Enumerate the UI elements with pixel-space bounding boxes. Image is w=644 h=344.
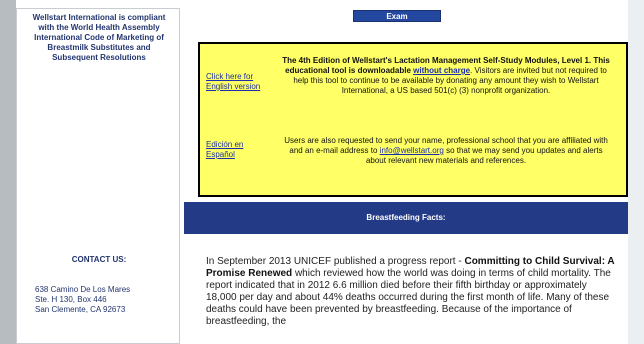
spanish-version-link[interactable]: Edición en Español bbox=[206, 140, 268, 160]
exam-button[interactable]: Exam bbox=[353, 10, 441, 22]
main-content: Exam Click here for English version Edic… bbox=[184, 8, 628, 344]
compliance-text: Wellstart International is compliant wit… bbox=[32, 13, 166, 62]
announcement-box: Click here for English version Edición e… bbox=[198, 42, 628, 197]
address-line-3: San Clemente, CA 92673 bbox=[35, 305, 126, 314]
english-version-link[interactable]: Click here for English version bbox=[206, 72, 268, 92]
users-request-text: Users are also requested to send your na… bbox=[280, 136, 612, 166]
modules-description: The 4th Edition of Wellstart's Lactation… bbox=[280, 56, 612, 96]
left-sidebar: Wellstart International is compliant wit… bbox=[16, 8, 180, 344]
facts-text-part-1: In September 2013 UNICEF published a pro… bbox=[206, 256, 462, 267]
email-link[interactable]: info@wellstart.org bbox=[380, 146, 444, 155]
right-margin bbox=[628, 0, 644, 344]
address-line-1: 638 Camino De Los Mares bbox=[35, 285, 131, 294]
contact-us-title: CONTACT US: bbox=[71, 255, 127, 264]
address-line-2: Ste. H 130, Box 446 bbox=[35, 295, 107, 304]
breastfeeding-facts-header: Breastfeeding Facts: bbox=[184, 202, 628, 234]
breastfeeding-facts-paragraph: In September 2013 UNICEF published a pro… bbox=[206, 256, 616, 328]
without-charge-link[interactable]: without charge bbox=[413, 66, 470, 75]
contact-address: 638 Camino De Los Mares Ste. H 130, Box … bbox=[35, 285, 175, 315]
